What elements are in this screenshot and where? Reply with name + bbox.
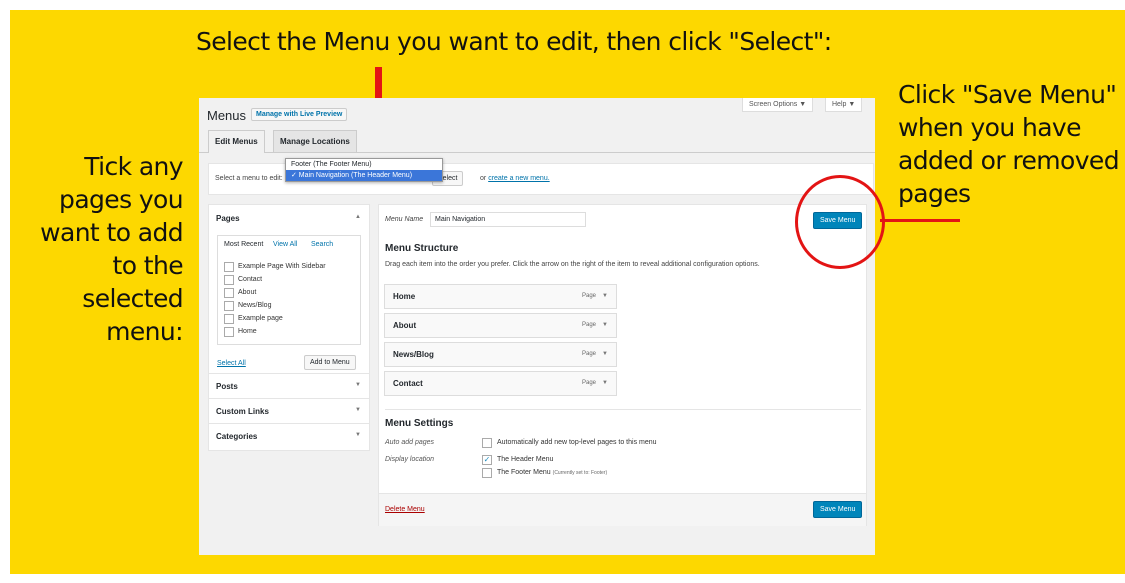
or-text: or — [480, 175, 487, 182]
menu-item-title: Contact — [393, 379, 423, 388]
pages-tabs-box: Most Recent View All Search Example Page… — [217, 235, 361, 345]
footer-menu-note: (Currently set to: Footer) — [552, 470, 608, 476]
page-checkbox[interactable] — [224, 314, 234, 324]
caret-up-icon[interactable]: ▲ — [355, 214, 361, 220]
posts-accordion[interactable]: Posts ▼ — [209, 374, 369, 399]
delete-menu-link[interactable]: Delete Menu — [385, 506, 425, 513]
subtab-search[interactable]: Search — [311, 241, 333, 248]
select-all-link[interactable]: Select All — [217, 360, 246, 367]
menu-structure-title: Menu Structure — [385, 243, 459, 254]
page-checkbox[interactable] — [224, 288, 234, 298]
auto-add-label: Auto add pages — [385, 439, 435, 446]
tab-divider — [199, 152, 875, 153]
menu-item-title: News/Blog — [393, 350, 434, 359]
screen-options-button[interactable]: Screen Options ▼ — [742, 98, 814, 112]
page-checkbox[interactable] — [224, 327, 234, 337]
tab-manage-locations[interactable]: Manage Locations — [273, 130, 357, 152]
categories-accordion[interactable]: Categories ▼ — [209, 424, 369, 449]
header-menu-label: The Header Menu — [497, 456, 554, 463]
caret-down-icon[interactable]: ▼ — [602, 351, 608, 357]
select-menu-label: Select a menu to edit: — [215, 175, 283, 182]
menu-item-row[interactable]: Contact Page ▼ — [384, 371, 617, 396]
wp-menus-screenshot: Menus Manage with Live Preview Screen Op… — [199, 98, 875, 555]
annotation-right: Click "Save Menu" when you have added or… — [898, 80, 1120, 208]
red-highlight-circle — [795, 175, 885, 269]
menu-item-row[interactable]: About Page ▼ — [384, 313, 617, 338]
menu-footer-bar: Delete Menu Save Menu — [379, 493, 866, 526]
page-label: Example page — [238, 315, 283, 322]
menu-item-type: Page — [581, 380, 596, 386]
custom-links-title: Custom Links — [216, 407, 269, 416]
page-label: News/Blog — [238, 302, 272, 309]
menu-item-type: Page — [581, 322, 596, 328]
caret-down-icon: ▼ — [355, 382, 361, 388]
footer-menu-label: The Footer Menu — [497, 469, 551, 476]
caret-down-icon: ▼ — [355, 407, 361, 413]
add-items-panel: Pages ▲ Most Recent View All Search Exam… — [208, 204, 370, 451]
tab-edit-menus[interactable]: Edit Menus — [208, 130, 265, 153]
menu-item-row[interactable]: News/Blog Page ▼ — [384, 342, 617, 367]
create-menu-text: or create a new menu. — [480, 175, 550, 182]
menu-edit-panel: Menu Name Main Navigation Save Menu Menu… — [378, 204, 867, 526]
annotation-top: Select the Menu you want to edit, then c… — [196, 27, 832, 56]
help-button[interactable]: Help ▼ — [825, 98, 863, 112]
dropdown-option-main[interactable]: ✓ Main Navigation (The Header Menu) — [286, 170, 442, 181]
pages-title[interactable]: Pages — [216, 214, 240, 223]
caret-down-icon[interactable]: ▼ — [602, 293, 608, 299]
auto-add-checkbox[interactable] — [482, 438, 492, 448]
menu-select-dropdown[interactable]: Footer (The Footer Menu) ✓ Main Navigati… — [285, 158, 443, 182]
menu-item-type: Page — [581, 351, 596, 357]
save-menu-button-bottom[interactable]: Save Menu — [813, 501, 863, 518]
menu-name-label: Menu Name — [385, 216, 424, 223]
subtab-most-recent[interactable]: Most Recent — [224, 241, 263, 248]
page-label: Home — [238, 328, 257, 335]
subtab-view-all[interactable]: View All — [273, 241, 297, 248]
custom-links-accordion[interactable]: Custom Links ▼ — [209, 399, 369, 424]
caret-down-icon: ▼ — [355, 432, 361, 438]
menu-item-row[interactable]: Home Page ▼ — [384, 284, 617, 309]
categories-title: Categories — [216, 432, 258, 441]
page-checkbox[interactable] — [224, 301, 234, 311]
page-label: Example Page With Sidebar — [238, 263, 326, 270]
create-menu-link[interactable]: create a new menu. — [488, 175, 549, 182]
auto-add-text: Automatically add new top-level pages to… — [497, 439, 657, 446]
annotation-left: Tick any pages you want to add to the se… — [40, 152, 183, 346]
page-title: Menus — [207, 108, 247, 123]
caret-down-icon[interactable]: ▼ — [602, 380, 608, 386]
posts-title: Posts — [216, 382, 238, 391]
footer-menu-text: The Footer Menu (Currently set to: Foote… — [497, 469, 607, 476]
add-to-menu-button[interactable]: Add to Menu — [304, 355, 356, 370]
dropdown-option-footer[interactable]: Footer (The Footer Menu) — [286, 159, 442, 170]
menu-structure-desc: Drag each item into the order you prefer… — [385, 261, 760, 268]
footer-menu-checkbox[interactable] — [482, 468, 492, 478]
red-pointer-line — [880, 219, 960, 222]
menu-item-title: Home — [393, 292, 416, 301]
page-label: About — [238, 289, 257, 296]
header-menu-checkbox[interactable]: ✓ — [482, 455, 492, 465]
menu-item-title: About — [393, 321, 417, 330]
page-checkbox[interactable] — [224, 262, 234, 272]
menu-item-type: Page — [581, 293, 596, 299]
pages-accordion: Pages ▲ Most Recent View All Search Exam… — [209, 205, 369, 374]
live-preview-button[interactable]: Manage with Live Preview — [251, 108, 348, 121]
caret-down-icon[interactable]: ▼ — [602, 322, 608, 328]
page-label: Contact — [238, 276, 263, 283]
menu-name-input[interactable]: Main Navigation — [430, 212, 586, 227]
menu-settings-title: Menu Settings — [385, 418, 454, 429]
page-checkbox[interactable] — [224, 275, 234, 285]
section-divider — [385, 409, 861, 410]
display-location-label: Display location — [385, 456, 435, 463]
